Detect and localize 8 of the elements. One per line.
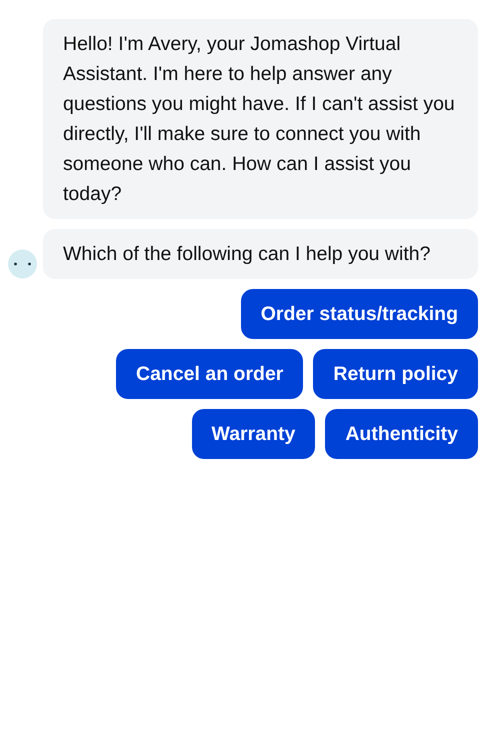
chat-message: Which of the following can I help you with? bbox=[43, 229, 478, 279]
quick-reply-button[interactable]: Cancel an order bbox=[116, 349, 304, 399]
quick-reply-button[interactable]: Warranty bbox=[192, 409, 316, 459]
bot-avatar-icon bbox=[8, 249, 37, 279]
quick-reply-button[interactable]: Authenticity bbox=[325, 409, 478, 459]
chat-message: Hello! I'm Avery, your Jomashop Virtual Assistant. I'm here to help answer any questions you might have. If I can't assist you directly, I'll make sure to connect you with someone who can. How can I assist you today? bbox=[43, 19, 478, 219]
quick-reply-button[interactable]: Return policy bbox=[313, 349, 478, 399]
quick-reply-button[interactable]: Order status/tracking bbox=[240, 289, 478, 339]
